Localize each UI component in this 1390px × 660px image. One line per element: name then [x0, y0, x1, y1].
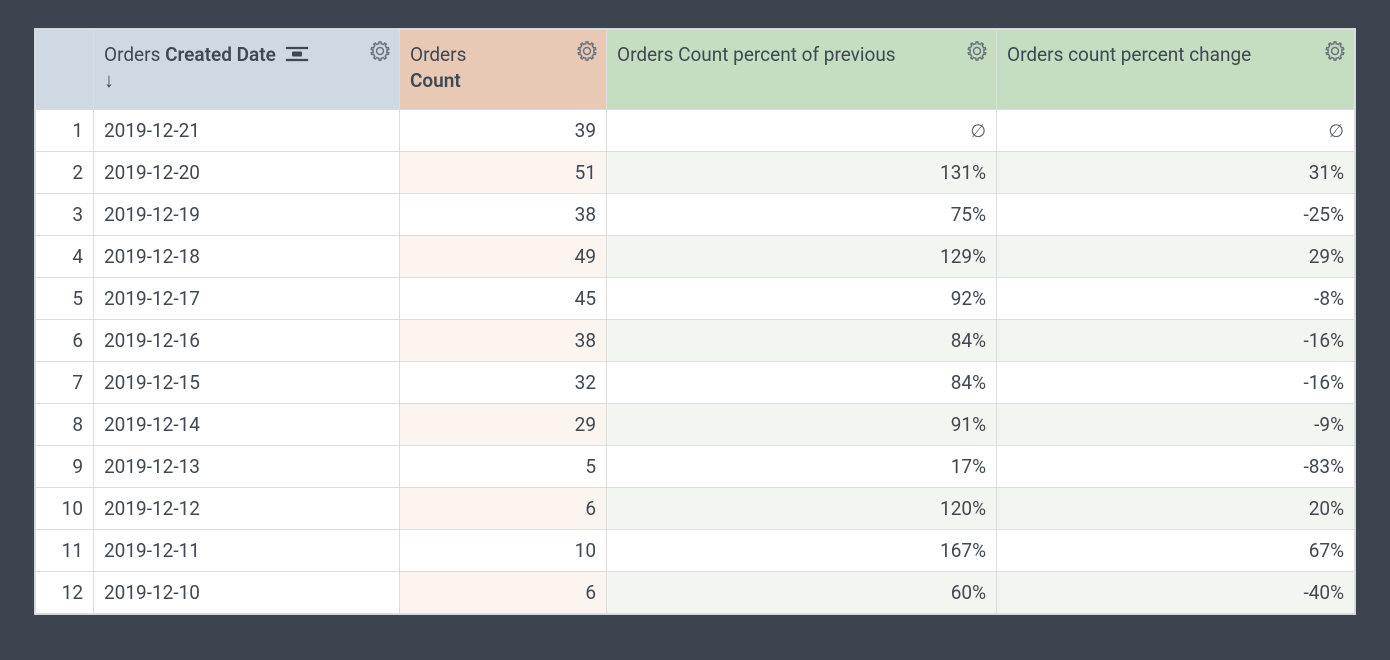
- cell-percent-of-previous[interactable]: 92%: [607, 278, 997, 320]
- row-number: 5: [36, 278, 94, 320]
- cell-percent-change[interactable]: -40%: [997, 572, 1355, 614]
- cell-created-date[interactable]: 2019-12-19: [94, 194, 400, 236]
- cell-percent-of-previous[interactable]: 84%: [607, 320, 997, 362]
- cell-percent-change[interactable]: 31%: [997, 152, 1355, 194]
- cell-count[interactable]: 6: [400, 488, 607, 530]
- table-row: 42019-12-1849129%29%: [36, 236, 1355, 278]
- table-row: 12019-12-2139∅∅: [36, 110, 1355, 152]
- cell-percent-change[interactable]: -16%: [997, 362, 1355, 404]
- row-number: 9: [36, 446, 94, 488]
- cell-percent-of-previous[interactable]: 131%: [607, 152, 997, 194]
- row-number: 4: [36, 236, 94, 278]
- cell-count[interactable]: 6: [400, 572, 607, 614]
- table-row: 122019-12-10660%-40%: [36, 572, 1355, 614]
- cell-percent-of-previous[interactable]: 167%: [607, 530, 997, 572]
- cell-count[interactable]: 38: [400, 320, 607, 362]
- cell-count[interactable]: 29: [400, 404, 607, 446]
- cell-percent-of-previous[interactable]: 120%: [607, 488, 997, 530]
- row-number: 1: [36, 110, 94, 152]
- gear-icon[interactable]: [1324, 40, 1346, 62]
- cell-count[interactable]: 51: [400, 152, 607, 194]
- header-prefix: Orders: [410, 43, 466, 66]
- cell-created-date[interactable]: 2019-12-18: [94, 236, 400, 278]
- header-bold: Count: [410, 69, 461, 92]
- column-header-index: [36, 30, 94, 110]
- cell-count[interactable]: 45: [400, 278, 607, 320]
- cell-percent-change[interactable]: 67%: [997, 530, 1355, 572]
- row-number: 3: [36, 194, 94, 236]
- cell-created-date[interactable]: 2019-12-14: [94, 404, 400, 446]
- cell-percent-change[interactable]: -8%: [997, 278, 1355, 320]
- cell-percent-change[interactable]: -25%: [997, 194, 1355, 236]
- cell-percent-change[interactable]: 29%: [997, 236, 1355, 278]
- data-table: Orders Created Date ↓ Orders Count: [35, 29, 1355, 614]
- cell-count[interactable]: 32: [400, 362, 607, 404]
- cell-percent-of-previous[interactable]: 129%: [607, 236, 997, 278]
- cell-percent-of-previous[interactable]: ∅: [607, 110, 997, 152]
- gear-icon[interactable]: [576, 40, 598, 62]
- table-row: 112019-12-1110167%67%: [36, 530, 1355, 572]
- cell-created-date[interactable]: 2019-12-20: [94, 152, 400, 194]
- cell-percent-change[interactable]: -83%: [997, 446, 1355, 488]
- gear-icon[interactable]: [369, 40, 391, 62]
- column-header-percent-change[interactable]: Orders count percent change: [997, 30, 1355, 110]
- table-row: 82019-12-142991%-9%: [36, 404, 1355, 446]
- cell-count[interactable]: 10: [400, 530, 607, 572]
- cell-percent-of-previous[interactable]: 17%: [607, 446, 997, 488]
- gear-icon[interactable]: [966, 40, 988, 62]
- cell-count[interactable]: 49: [400, 236, 607, 278]
- cell-percent-of-previous[interactable]: 60%: [607, 572, 997, 614]
- table-row: 92019-12-13517%-83%: [36, 446, 1355, 488]
- row-number: 12: [36, 572, 94, 614]
- table-row: 72019-12-153284%-16%: [36, 362, 1355, 404]
- cell-count[interactable]: 38: [400, 194, 607, 236]
- cell-created-date[interactable]: 2019-12-12: [94, 488, 400, 530]
- cell-created-date[interactable]: 2019-12-11: [94, 530, 400, 572]
- header-text: Orders Count percent of previous: [617, 43, 896, 66]
- table-row: 32019-12-193875%-25%: [36, 194, 1355, 236]
- row-number: 6: [36, 320, 94, 362]
- cell-created-date[interactable]: 2019-12-21: [94, 110, 400, 152]
- cell-percent-change[interactable]: -9%: [997, 404, 1355, 446]
- cell-created-date[interactable]: 2019-12-10: [94, 572, 400, 614]
- header-prefix: Orders: [104, 43, 165, 66]
- row-number: 2: [36, 152, 94, 194]
- table-row: 62019-12-163884%-16%: [36, 320, 1355, 362]
- column-header-created-date[interactable]: Orders Created Date ↓: [94, 30, 400, 110]
- data-table-panel: Orders Created Date ↓ Orders Count: [34, 28, 1356, 615]
- cell-percent-of-previous[interactable]: 91%: [607, 404, 997, 446]
- row-number: 8: [36, 404, 94, 446]
- cell-percent-of-previous[interactable]: 84%: [607, 362, 997, 404]
- cell-created-date[interactable]: 2019-12-13: [94, 446, 400, 488]
- row-number: 7: [36, 362, 94, 404]
- header-text: Orders count percent change: [1007, 43, 1251, 66]
- table-row: 52019-12-174592%-8%: [36, 278, 1355, 320]
- row-number: 11: [36, 530, 94, 572]
- header-bold: Created Date: [165, 43, 276, 66]
- cell-percent-change[interactable]: ∅: [997, 110, 1355, 152]
- cell-percent-of-previous[interactable]: 75%: [607, 194, 997, 236]
- pivot-icon: [285, 45, 309, 63]
- table-row: 22019-12-2051131%31%: [36, 152, 1355, 194]
- cell-created-date[interactable]: 2019-12-15: [94, 362, 400, 404]
- cell-percent-change[interactable]: 20%: [997, 488, 1355, 530]
- column-header-count[interactable]: Orders Count: [400, 30, 607, 110]
- cell-percent-change[interactable]: -16%: [997, 320, 1355, 362]
- column-header-percent-of-previous[interactable]: Orders Count percent of previous: [607, 30, 997, 110]
- row-number: 10: [36, 488, 94, 530]
- sort-descending-icon: ↓: [104, 70, 389, 90]
- cell-created-date[interactable]: 2019-12-16: [94, 320, 400, 362]
- cell-count[interactable]: 5: [400, 446, 607, 488]
- cell-created-date[interactable]: 2019-12-17: [94, 278, 400, 320]
- cell-count[interactable]: 39: [400, 110, 607, 152]
- table-row: 102019-12-126120%20%: [36, 488, 1355, 530]
